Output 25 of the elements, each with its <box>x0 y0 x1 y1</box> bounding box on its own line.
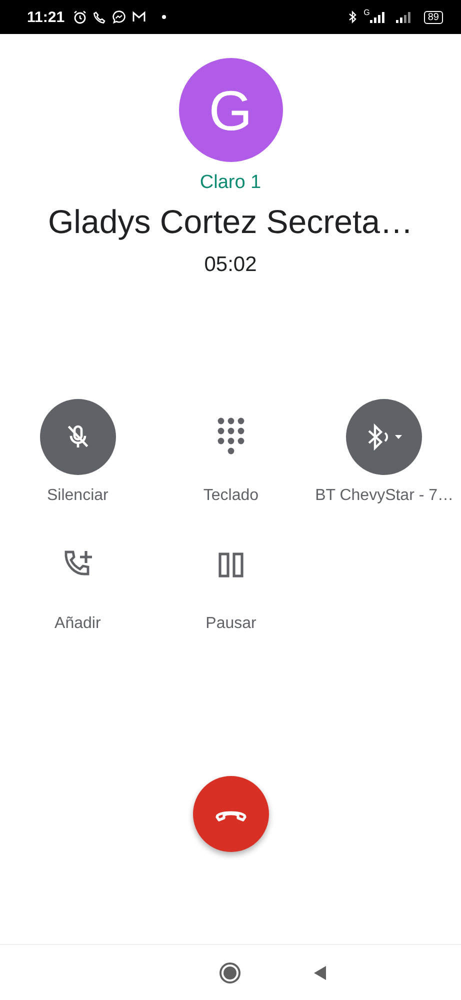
back-icon[interactable] <box>312 964 326 980</box>
home-icon[interactable] <box>218 962 240 984</box>
action-label: Teclado <box>203 487 259 505</box>
sim-label: Claro 1 <box>200 172 262 194</box>
call-duration: 05:02 <box>204 253 257 277</box>
notification-dot <box>162 15 166 19</box>
messenger-icon <box>112 10 126 24</box>
caller-name: Gladys Cortez Secreta… <box>48 203 413 241</box>
action-label: Pausar <box>206 615 256 633</box>
keypad-icon <box>216 417 245 457</box>
mail-icon <box>132 11 146 23</box>
contact-avatar: G <box>178 58 282 162</box>
phone-icon <box>92 10 106 24</box>
signal-icon <box>396 11 412 23</box>
clock-time: 11:21 <box>27 8 65 26</box>
network-type: G <box>364 8 370 17</box>
pause-icon <box>218 552 244 578</box>
end-call-button[interactable] <box>192 776 268 852</box>
alarm-icon <box>72 10 87 24</box>
battery-level: 89 <box>424 10 443 24</box>
action-label: BT ChevyStar - 7… <box>315 487 454 505</box>
signal-icon <box>370 11 386 23</box>
bluetooth-icon <box>348 10 358 24</box>
action-label: Añadir <box>54 615 101 633</box>
action-label: Silenciar <box>46 487 108 505</box>
